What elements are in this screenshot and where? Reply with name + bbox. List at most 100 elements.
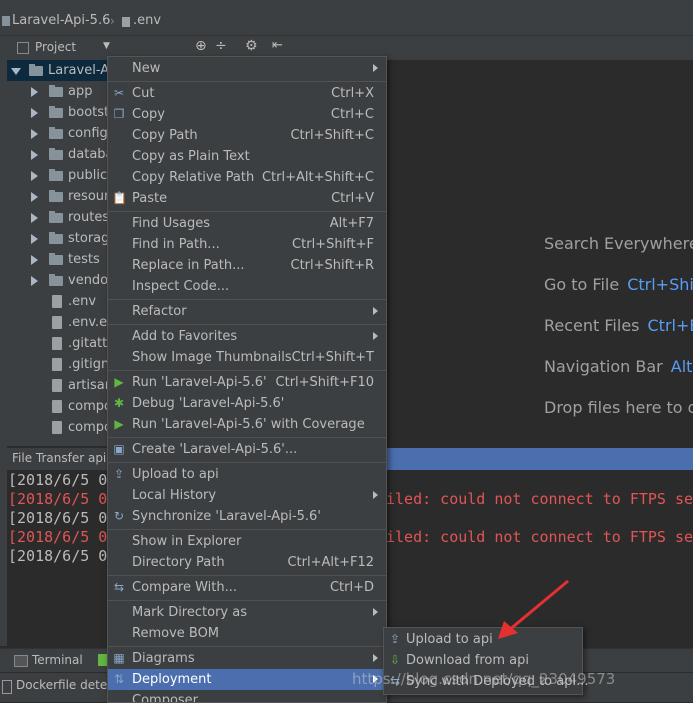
chevron-down-icon[interactable]: ▼ [103, 41, 110, 51]
tree-item-label: bootstr [68, 102, 107, 123]
menu-item-icon: ✱ [112, 396, 126, 410]
menu-item[interactable]: ▶Run 'Laravel-Api-5.6'Ctrl+Shift+F10 [108, 372, 386, 393]
menu-item[interactable]: Local History [108, 485, 386, 506]
tree-item[interactable]: config [7, 123, 107, 144]
menu-item-label: Deployment [132, 669, 212, 690]
folder-icon [29, 66, 43, 76]
project-panel-title[interactable]: Project [35, 40, 76, 54]
chevron-right-icon[interactable] [31, 234, 38, 244]
menu-item[interactable]: ✂CutCtrl+X [108, 83, 386, 104]
menu-item[interactable]: ⇅ Deployment [108, 669, 386, 690]
menu-item[interactable]: Directory PathCtrl+Alt+F12 [108, 552, 386, 573]
tree-item-label: .env.ex [68, 312, 107, 333]
status-text[interactable]: Dockerfile detec [16, 678, 114, 692]
menu-bar [0, 0, 693, 7]
menu-item-label: Create 'Laravel-Api-5.6'... [132, 439, 297, 460]
tree-item[interactable]: public [7, 165, 107, 186]
menu-item-icon: ▦ [112, 651, 126, 665]
menu-item-shortcut: Ctrl+Shift+R [291, 255, 375, 276]
chevron-right-icon[interactable] [31, 87, 38, 97]
chevron-right-icon[interactable] [31, 276, 38, 286]
chevron-right-icon[interactable] [31, 171, 38, 181]
menu-item[interactable]: Refactor [108, 301, 386, 322]
file-icon [52, 295, 62, 308]
menu-item[interactable]: Copy PathCtrl+Shift+C [108, 125, 386, 146]
tree-item[interactable]: storage [7, 228, 107, 249]
menu-item-icon: ▶ [112, 375, 126, 389]
file-transfer-header-active [385, 448, 693, 470]
menu-item[interactable]: ▣Create 'Laravel-Api-5.6'... [108, 439, 386, 460]
menu-item[interactable]: New [108, 58, 386, 79]
menu-item-shortcut: Ctrl+Shift+T [292, 347, 374, 368]
menu-item[interactable]: ⇪Upload to api [108, 464, 386, 485]
tree-item[interactable]: tests [7, 249, 107, 270]
breadcrumb-project[interactable]: Laravel-Api-5.6 [12, 13, 110, 28]
tree-item-label: databa [68, 144, 107, 165]
tree-item[interactable]: bootstr [7, 102, 107, 123]
menu-item-label: Copy Relative Path [132, 167, 254, 188]
breadcrumb-file[interactable]: .env [133, 13, 161, 28]
menu-item[interactable]: Mark Directory as [108, 602, 386, 623]
locate-icon[interactable]: ⊕ [195, 38, 207, 54]
menu-item[interactable]: ↻Synchronize 'Laravel-Api-5.6' [108, 506, 386, 527]
context-menu: New ✂CutCtrl+X❐CopyCtrl+CCopy PathCtrl+Sh… [107, 56, 387, 703]
menu-item-shortcut: Ctrl+Shift+C [290, 125, 374, 146]
chevron-right-icon[interactable] [31, 108, 38, 118]
tree-item[interactable]: compo [7, 417, 107, 438]
menu-item[interactable]: Find UsagesAlt+F7 [108, 213, 386, 234]
tree-item[interactable]: vendor [7, 270, 107, 291]
log-line-message: iled: could not connect to FTPS ser [386, 528, 693, 546]
menu-item[interactable]: Remove BOM [108, 623, 386, 644]
gear-icon[interactable]: ⚙ [245, 38, 258, 54]
tree-item[interactable]: .env [7, 291, 107, 312]
editor-hint-text: Go to File [544, 275, 619, 294]
menu-item[interactable]: ⇆Compare With...Ctrl+D [108, 577, 386, 598]
tree-item-label: compo [68, 417, 107, 438]
tree-item-label: .gitigno [68, 354, 107, 375]
menu-item[interactable]: Find in Path...Ctrl+Shift+F [108, 234, 386, 255]
tree-item[interactable]: resourc [7, 186, 107, 207]
tree-item[interactable]: .env.ex [7, 312, 107, 333]
tree-item-label: .gitattri [68, 333, 107, 354]
file-icon [52, 337, 62, 350]
submenu-item[interactable]: ⇩Download from api [384, 650, 582, 671]
menu-item[interactable]: ❐CopyCtrl+C [108, 104, 386, 125]
menu-item[interactable]: ▦ Diagrams [108, 648, 386, 669]
tree-item[interactable]: compo [7, 396, 107, 417]
tree-item[interactable]: app [7, 81, 107, 102]
tree-item[interactable]: routes [7, 207, 107, 228]
chevron-right-icon[interactable] [31, 129, 38, 139]
chevron-right-icon[interactable] [31, 255, 38, 265]
tree-item-label: storage [68, 228, 107, 249]
chevron-right-icon[interactable] [31, 192, 38, 202]
menu-item[interactable]: ✱Debug 'Laravel-Api-5.6' [108, 393, 386, 414]
menu-item[interactable]: Add to Favorites [108, 326, 386, 347]
menu-item[interactable]: Inspect Code... [108, 276, 386, 297]
tab-terminal[interactable]: Terminal [32, 653, 83, 667]
collapse-icon[interactable]: ÷ [215, 38, 227, 54]
menu-item[interactable]: Show Image ThumbnailsCtrl+Shift+T [108, 347, 386, 368]
menu-item[interactable]: 📋PasteCtrl+V [108, 188, 386, 209]
chevron-right-icon[interactable] [31, 213, 38, 223]
tree-item[interactable]: .gitattri [7, 333, 107, 354]
menu-item[interactable]: Composer [108, 690, 386, 703]
menu-separator [108, 81, 386, 82]
tree-root[interactable]: Laravel-Ap [7, 60, 107, 81]
file-transfer-title[interactable]: File Transfer api [12, 451, 106, 465]
chevron-right-icon[interactable] [31, 150, 38, 160]
tree-item[interactable]: artisan [7, 375, 107, 396]
menu-item[interactable]: Copy as Plain Text [108, 146, 386, 167]
menu-item-label: Diagrams [132, 648, 195, 669]
log-line-message: iled: could not connect to FTPS ser [386, 490, 693, 508]
menu-item-icon: ⇆ [112, 580, 126, 594]
menu-item[interactable]: Replace in Path...Ctrl+Shift+R [108, 255, 386, 276]
log-line-prefix: [2018/6/5 0 [8, 509, 107, 527]
menu-item[interactable]: ▶Run 'Laravel-Api-5.6' with Coverage [108, 414, 386, 435]
tree-item[interactable]: databa [7, 144, 107, 165]
menu-item-icon: ⇅ [112, 672, 126, 686]
menu-item[interactable]: Show in Explorer [108, 531, 386, 552]
chevron-down-icon[interactable] [11, 68, 21, 75]
menu-item[interactable]: Copy Relative PathCtrl+Alt+Shift+C [108, 167, 386, 188]
tree-item[interactable]: .gitigno [7, 354, 107, 375]
hide-panel-icon[interactable]: ⇤ [272, 38, 283, 53]
